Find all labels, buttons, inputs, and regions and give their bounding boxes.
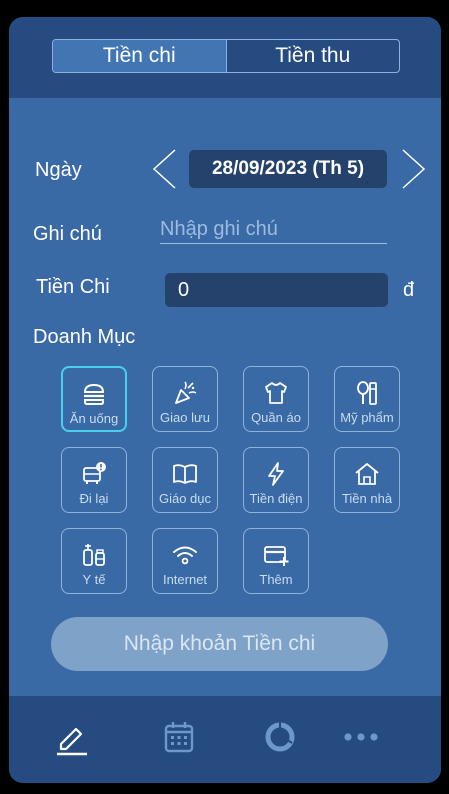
category-label-giao-luu: Giao lưu xyxy=(160,410,210,425)
category-quan-ao[interactable]: Quần áo xyxy=(243,366,309,432)
note-input[interactable] xyxy=(160,215,387,244)
category-label: Doanh Mục xyxy=(33,326,136,348)
party-popper-icon xyxy=(175,381,197,404)
pencil-icon[interactable] xyxy=(55,720,89,756)
add-card-icon xyxy=(264,546,289,566)
amount-input[interactable]: 0 xyxy=(165,273,388,307)
amount-label: Tiền Chi xyxy=(36,276,110,298)
category-label-internet: Internet xyxy=(162,572,208,587)
date-label: Ngày xyxy=(35,159,82,181)
header: Tiền chi Tiền thu xyxy=(9,17,441,98)
lightning-icon xyxy=(268,462,284,486)
wifi-icon xyxy=(173,546,197,565)
calendar-icon[interactable] xyxy=(163,720,195,754)
cosmetics-icon xyxy=(357,381,377,405)
chevron-right-icon[interactable] xyxy=(401,148,427,190)
category-giao-duc[interactable]: Giáo dục xyxy=(152,447,218,513)
category-y-te[interactable]: Y tế xyxy=(61,528,127,594)
chevron-left-icon[interactable] xyxy=(151,148,177,190)
category-label-an-uong: Ăn uống xyxy=(69,411,119,426)
bottom-nav xyxy=(9,696,441,783)
house-icon xyxy=(355,463,379,485)
medicine-icon xyxy=(83,544,105,566)
category-my-pham[interactable]: Mỹ phẩm xyxy=(334,366,400,432)
submit-expense-button[interactable]: Nhập khoản Tiền chi xyxy=(51,617,388,671)
category-giao-luu[interactable]: Giao lưu xyxy=(152,366,218,432)
category-label-my-pham: Mỹ phẩm xyxy=(340,410,394,425)
shirt-icon xyxy=(265,382,287,404)
amount-value: 0 xyxy=(178,278,190,301)
category-label-quan-ao: Quần áo xyxy=(251,410,301,425)
category-tien-nha[interactable]: Tiền nhà xyxy=(334,447,400,513)
tab-income[interactable]: Tiền thu xyxy=(225,40,400,72)
book-icon xyxy=(173,464,197,484)
burger-icon xyxy=(83,383,105,405)
category-them[interactable]: Thêm xyxy=(243,528,309,594)
category-label-tien-dien: Tiền điện xyxy=(249,491,303,506)
category-label-di-lai: Đi lại xyxy=(79,491,109,506)
app-screen: Tiền chi Tiền thu Ngày 28/09/2023 (Th 5)… xyxy=(9,17,441,783)
category-label-tien-nha: Tiền nhà xyxy=(341,491,393,506)
category-di-lai[interactable]: Đi lại xyxy=(61,447,127,513)
category-an-uong[interactable]: Ăn uống xyxy=(61,366,127,432)
tab-expense[interactable]: Tiền chi xyxy=(53,40,226,72)
category-label-y-te: Y tế xyxy=(82,572,106,587)
category-internet[interactable]: Internet xyxy=(152,528,218,594)
category-label-them: Thêm xyxy=(259,572,293,587)
donut-chart-icon[interactable] xyxy=(263,720,297,754)
date-value[interactable]: 28/09/2023 (Th 5) xyxy=(189,150,387,188)
category-tien-dien[interactable]: Tiền điện xyxy=(243,447,309,513)
category-label-giao-duc: Giáo dục xyxy=(158,491,212,506)
car-alert-icon xyxy=(83,462,106,484)
type-segmented-control: Tiền chi Tiền thu xyxy=(52,39,400,73)
more-dots-icon[interactable] xyxy=(342,720,380,754)
note-label: Ghi chú xyxy=(33,223,102,245)
currency-symbol: đ xyxy=(403,279,415,301)
